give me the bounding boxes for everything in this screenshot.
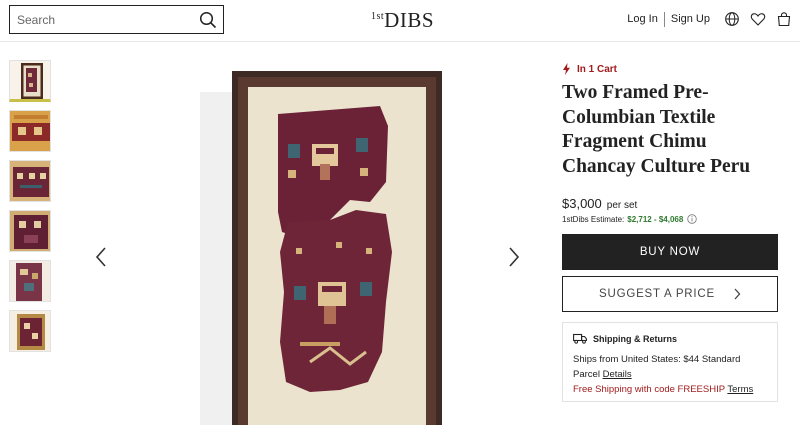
login-link[interactable]: Log In [627,13,658,25]
shipping-returns-box: Shipping & Returns Ships from United Sta… [562,322,778,402]
search-input[interactable] [17,12,187,27]
cart-status: In 1 Cart [562,61,778,77]
price-estimate: 1stDibs Estimate: $2,712 - $4,068 [562,214,778,224]
info-icon[interactable] [687,214,697,224]
bag-icon[interactable] [776,11,792,27]
thumbnail-image [10,261,50,301]
free-shipping-info: Free Shipping with code FREESHIP Terms [573,382,767,397]
thumbnail-2[interactable] [9,110,51,152]
thumbnail-4[interactable] [9,210,51,252]
thumbnail-image [10,111,50,151]
ships-from-text: Ships from United States: $44 Standard P… [573,354,741,380]
thumbnail-image [10,211,50,251]
thumbnail-6[interactable] [9,310,51,352]
product-title: Two Framed Pre-Columbian Textile Fragmen… [562,82,751,177]
logo-text: DIBS [384,8,435,32]
price: $3,000 [562,196,602,211]
search-bar[interactable] [9,5,224,34]
lightning-icon [563,63,570,75]
thumbnail-image [10,161,50,201]
product-details: In 1 Cart Two Framed Pre-Columbian Texti… [562,61,778,402]
truck-icon [573,333,587,344]
estimate-value: $2,712 - $4,068 [627,214,684,224]
site-header: 1stDIBS Log In Sign Up [0,0,800,42]
search-icon[interactable] [199,11,217,29]
details-link[interactable]: Details [603,369,632,380]
suggest-price-button[interactable]: SUGGEST A PRICE [562,276,778,312]
logo-superscript: 1st [371,11,385,22]
estimate-label: 1stDibs Estimate: [562,214,625,224]
main-product-image[interactable] [160,52,540,425]
chevron-right-icon [734,288,741,300]
shipping-info: Ships from United States: $44 Standard P… [573,352,767,382]
thumbnail-5[interactable] [9,260,51,302]
previous-image-arrow[interactable] [94,246,108,268]
buy-now-button[interactable]: BUY NOW [562,234,778,270]
thumbnail-1[interactable] [9,60,51,102]
price-row: $3,000 per set [562,196,778,211]
shipping-heading: Shipping & Returns [573,333,767,344]
account-nav: Log In Sign Up [627,11,792,27]
thumbnail-image [10,311,50,351]
nav-divider [663,11,665,27]
shipping-heading-text: Shipping & Returns [593,333,677,344]
site-logo[interactable]: 1stDIBS [371,8,434,33]
cart-status-text: In 1 Cart [577,63,618,75]
thumbnail-3[interactable] [9,160,51,202]
thumbnail-image [10,61,50,99]
price-unit: per set [606,200,638,211]
suggest-price-label: SUGGEST A PRICE [599,288,715,300]
signup-link[interactable]: Sign Up [671,13,710,25]
next-image-arrow[interactable] [507,246,521,268]
thumbnail-list [9,60,53,360]
terms-link[interactable]: Terms [727,384,753,395]
free-shipping-text: Free Shipping with code FREESHIP [573,384,725,395]
heart-icon[interactable] [750,11,766,27]
globe-icon[interactable] [724,11,740,27]
